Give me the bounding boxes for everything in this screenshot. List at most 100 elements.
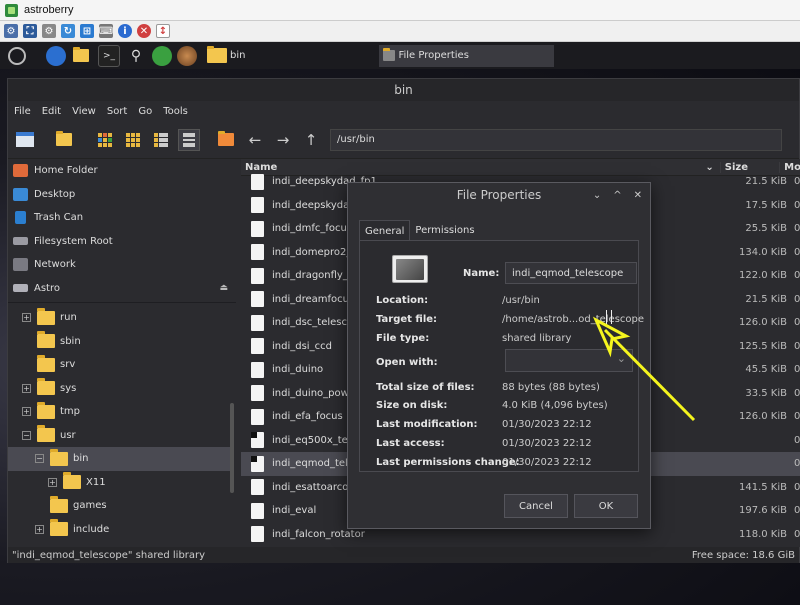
folder-icon: [37, 331, 55, 349]
eject-icon[interactable]: ⏏: [219, 283, 228, 293]
windows-key-icon[interactable]: ⊞: [80, 24, 94, 38]
menu-go[interactable]: Go: [138, 106, 152, 117]
expand-icon[interactable]: +: [22, 313, 31, 323]
close-icon[interactable]: ✕: [634, 190, 642, 201]
file-manager-icon[interactable]: [71, 45, 93, 67]
tree-item-bin[interactable]: − bin: [8, 447, 230, 471]
expand-icon[interactable]: +: [22, 407, 31, 417]
telescope-icon[interactable]: ⚲: [125, 45, 147, 67]
file-icon: [251, 502, 264, 519]
expand-icon[interactable]: +: [35, 524, 44, 534]
browser-icon[interactable]: [46, 45, 66, 66]
task-file-properties[interactable]: File Properties: [379, 44, 555, 67]
path-input[interactable]: /usr/bin: [330, 128, 782, 151]
place-trash-can[interactable]: Trash Can: [8, 206, 236, 230]
status-selection: "indi_eqmod_telescope" shared library: [12, 549, 206, 561]
disconnect-icon[interactable]: ✕: [137, 24, 151, 38]
general-tab-panel: Name: indi_eqmod_telescope Location: /us…: [359, 240, 644, 472]
kstars-icon[interactable]: [152, 45, 172, 66]
tree-item-sbin[interactable]: sbin: [8, 330, 230, 354]
menu-sort[interactable]: Sort: [107, 106, 128, 117]
fullscreen-icon[interactable]: ⛶: [23, 24, 37, 38]
total-size-label: Total size of files:: [376, 382, 475, 393]
collapse-icon[interactable]: −: [35, 454, 44, 464]
refresh-icon[interactable]: ↻: [61, 24, 75, 38]
cancel-button[interactable]: Cancel: [504, 494, 568, 518]
file-name: indi_duino: [272, 364, 324, 376]
tree-item-games[interactable]: games: [8, 494, 230, 518]
chevron-down-icon[interactable]: ⌄: [593, 190, 601, 201]
settings-gear-icon[interactable]: ⚙: [42, 24, 56, 38]
terminal-icon[interactable]: >_: [98, 44, 120, 67]
collapse-icon[interactable]: −: [22, 430, 31, 440]
menu-edit[interactable]: Edit: [42, 106, 61, 117]
place-desktop[interactable]: Desktop: [8, 183, 236, 207]
task-bin[interactable]: bin: [203, 45, 249, 67]
dialog-titlebar: File Properties ⌄ ^ ✕: [348, 183, 650, 207]
tree-item-usr[interactable]: − usr: [8, 424, 230, 448]
trash-icon: [15, 211, 26, 225]
file-size: 25.5 KiB: [745, 223, 787, 235]
last-modification-value: 01/30/2023 22:12: [502, 419, 592, 430]
open-with-select[interactable]: [505, 349, 633, 372]
transfer-icon[interactable]: ↕: [156, 24, 170, 38]
tree-label: include: [73, 523, 110, 535]
menu-view[interactable]: View: [72, 106, 96, 117]
place-network[interactable]: Network: [8, 253, 236, 277]
place-home-folder[interactable]: Home Folder: [8, 159, 236, 183]
window-title: astroberry: [24, 4, 74, 16]
compact-view-icon[interactable]: [150, 129, 172, 151]
tree-item-srv[interactable]: srv: [8, 353, 230, 377]
new-tab-icon[interactable]: [54, 129, 76, 151]
drive-icon: [13, 237, 28, 246]
info-icon[interactable]: i: [118, 24, 132, 38]
sidebar: Home Folder Desktop Trash Can Filesystem…: [8, 159, 236, 547]
tree-item-include[interactable]: + include: [8, 518, 230, 542]
menu-icon[interactable]: [8, 46, 26, 65]
file-icon: [251, 220, 264, 237]
icon-view-icon[interactable]: [94, 129, 116, 151]
expand-icon[interactable]: +: [48, 477, 57, 487]
ok-button[interactable]: OK: [574, 494, 638, 518]
tree-scrollbar[interactable]: [230, 403, 234, 493]
file-modified: 08/: [794, 246, 800, 258]
maximize-icon[interactable]: ^: [613, 190, 621, 201]
forward-arrow-icon[interactable]: →: [272, 129, 294, 151]
tree-item-tmp[interactable]: + tmp: [8, 400, 230, 424]
folder-icon: [37, 307, 55, 325]
name-field[interactable]: indi_eqmod_telescope: [505, 262, 637, 284]
target-file-value[interactable]: /home/astrob...od_telescope: [502, 314, 644, 325]
home-icon[interactable]: [216, 129, 238, 151]
name-label: Name:: [463, 268, 500, 279]
file-icon: [251, 338, 264, 355]
file-name: indi_dmfc_focus: [272, 223, 353, 235]
connection-icon[interactable]: ⚙: [4, 24, 18, 38]
expand-icon[interactable]: +: [22, 383, 31, 393]
menu-file[interactable]: File: [14, 106, 31, 117]
planet-icon[interactable]: [177, 45, 197, 66]
back-arrow-icon[interactable]: ←: [244, 129, 266, 151]
file-icon: [251, 267, 264, 284]
file-modified: 08/: [794, 364, 800, 376]
tree-item-run[interactable]: + run: [8, 306, 230, 330]
send-keys-icon[interactable]: ⌨: [99, 24, 113, 38]
file-size: 45.5 KiB: [745, 364, 787, 376]
place-filesystem-root[interactable]: Filesystem Root: [8, 230, 236, 254]
place-label: Home Folder: [34, 165, 98, 177]
menu-tools[interactable]: Tools: [163, 106, 188, 117]
tab-general[interactable]: General: [359, 220, 411, 241]
up-arrow-icon[interactable]: ↑: [300, 129, 322, 151]
new-window-icon[interactable]: [14, 129, 36, 151]
thumbnail-view-icon[interactable]: [122, 129, 144, 151]
tree-item-x11[interactable]: + X11: [8, 471, 230, 495]
tab-permissions[interactable]: Permissions: [410, 220, 479, 241]
place-astro[interactable]: Astro ⏏: [8, 277, 236, 301]
file-size: 21.5 KiB: [745, 293, 787, 305]
file-modified: 08/: [794, 505, 800, 517]
file-size: 141.5 KiB: [738, 481, 787, 493]
folder-icon: [50, 519, 68, 537]
detailed-list-view-icon[interactable]: [178, 128, 200, 151]
file-icon: [251, 314, 264, 331]
places-list: Home Folder Desktop Trash Can Filesystem…: [8, 159, 236, 303]
tree-item-sys[interactable]: + sys: [8, 377, 230, 401]
